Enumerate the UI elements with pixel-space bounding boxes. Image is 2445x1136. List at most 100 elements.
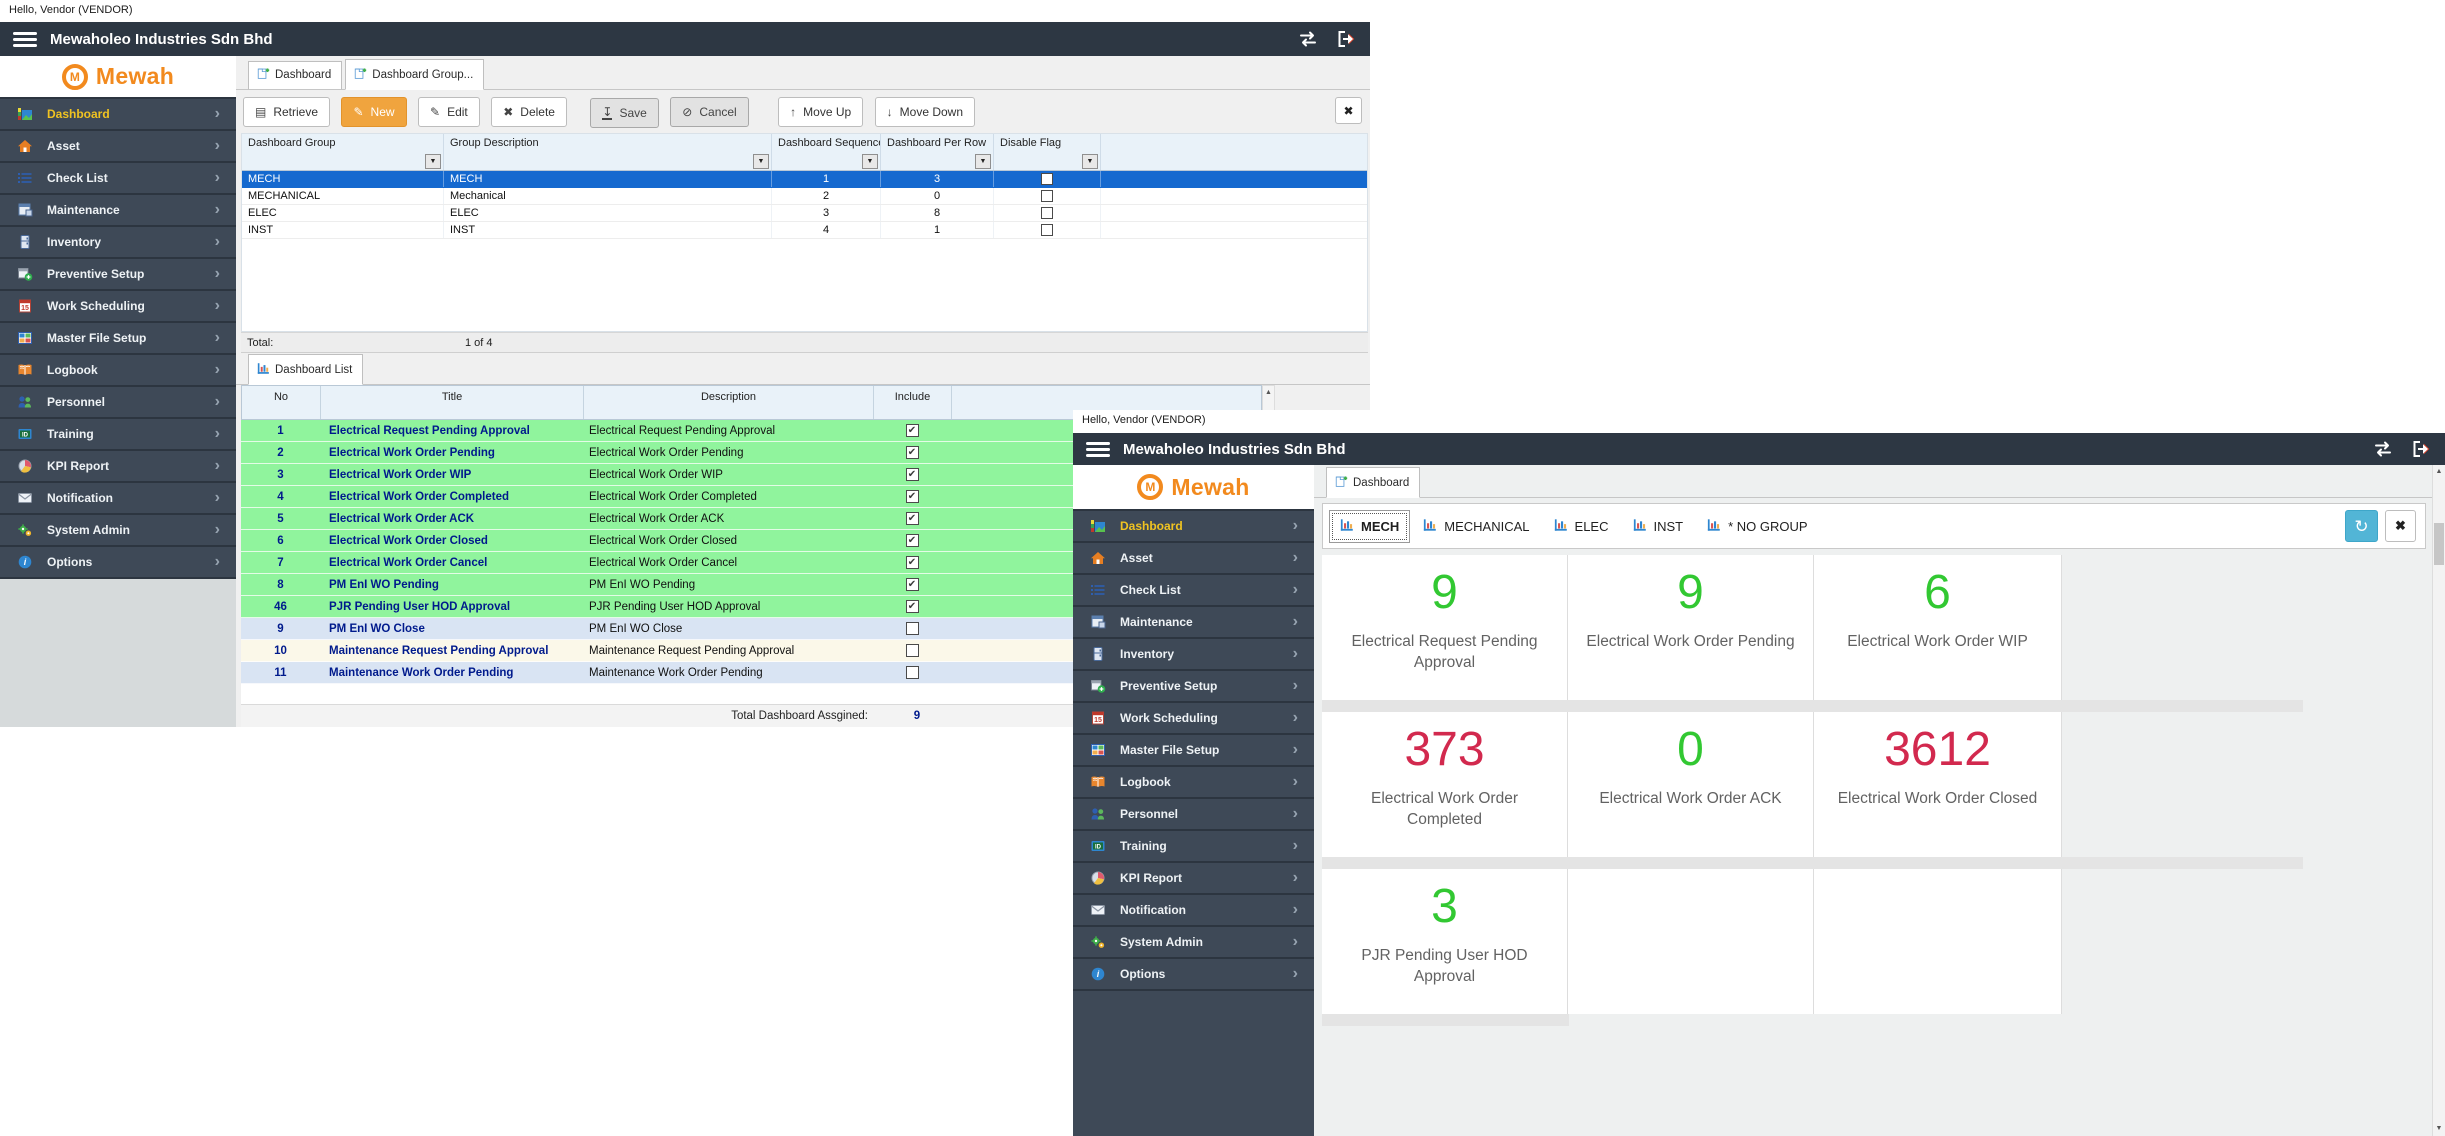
include-checkbox[interactable]: ✔ xyxy=(906,578,919,591)
scroll-down-icon[interactable]: ▼ xyxy=(2433,1122,2445,1136)
sidebar-item-options[interactable]: iOptions› xyxy=(0,547,236,579)
include-checkbox[interactable] xyxy=(906,666,919,679)
cell-description: Electrical Work Order Cancel xyxy=(583,557,873,569)
sidebar-item-maintenance[interactable]: Maintenance› xyxy=(1073,607,1314,639)
cell-include xyxy=(873,666,951,679)
include-checkbox[interactable]: ✔ xyxy=(906,446,919,459)
disable-flag-checkbox[interactable] xyxy=(1041,207,1053,219)
kpi-value: 9 xyxy=(1677,567,1704,619)
kpi-card[interactable]: 373Electrical Work Order Completed xyxy=(1322,712,1568,857)
sidebar-item-work-scheduling[interactable]: 15Work Scheduling› xyxy=(1073,703,1314,735)
sidebar-item-options[interactable]: iOptions› xyxy=(1073,959,1314,991)
retrieve-button[interactable]: ▤Retrieve xyxy=(243,97,330,127)
page-scrollbar[interactable]: ▲ ▼ xyxy=(2432,465,2445,1136)
group-row[interactable]: MECHMECH13 xyxy=(242,171,1367,188)
sync-icon[interactable] xyxy=(1296,30,1320,48)
kpi-card[interactable]: 9Electrical Work Order Pending xyxy=(1568,555,1814,700)
filter-dropdown-icon[interactable]: ▼ xyxy=(975,154,991,169)
menu-icon[interactable] xyxy=(1086,442,1110,457)
group-button-elec[interactable]: ELEC xyxy=(1543,510,1620,543)
filter-dropdown-icon[interactable]: ▼ xyxy=(1082,154,1098,169)
include-checkbox[interactable]: ✔ xyxy=(906,600,919,613)
include-checkbox[interactable] xyxy=(906,622,919,635)
kpi-card[interactable]: 3612Electrical Work Order Closed xyxy=(1814,712,2062,857)
sidebar-item-asset[interactable]: Asset› xyxy=(1073,543,1314,575)
cell-title: Electrical Work Order ACK xyxy=(320,513,583,525)
sidebar-item-training[interactable]: IDTraining› xyxy=(0,419,236,451)
refresh-button[interactable]: ↻ xyxy=(2345,510,2378,542)
move-up-button[interactable]: ↑Move Up xyxy=(778,97,863,127)
tab-dashboard[interactable]: Dashboard xyxy=(248,61,342,90)
sidebar-item-system-admin[interactable]: System Admin› xyxy=(0,515,236,547)
sidebar-item-system-admin[interactable]: System Admin› xyxy=(1073,927,1314,959)
sidebar-item-check-list[interactable]: Check List› xyxy=(0,163,236,195)
sidebar-item-personnel[interactable]: Personnel› xyxy=(0,387,236,419)
logout-icon[interactable] xyxy=(1336,30,1356,48)
sidebar-item-master-file-setup[interactable]: Master File Setup› xyxy=(1073,735,1314,767)
sidebar-item-logbook[interactable]: Logbook› xyxy=(0,355,236,387)
filter-dropdown-icon[interactable]: ▼ xyxy=(753,154,769,169)
tab-dashboard-list[interactable]: Dashboard List xyxy=(248,354,363,385)
scroll-up-icon[interactable]: ▲ xyxy=(2433,465,2445,479)
disable-flag-checkbox[interactable] xyxy=(1041,224,1053,236)
group-button-mech[interactable]: MECH xyxy=(1329,510,1410,543)
sidebar-item-preventive-setup[interactable]: Preventive Setup› xyxy=(1073,671,1314,703)
sidebar-item-kpi-report[interactable]: KPI Report› xyxy=(0,451,236,483)
include-checkbox[interactable]: ✔ xyxy=(906,424,919,437)
include-checkbox[interactable]: ✔ xyxy=(906,468,919,481)
include-checkbox[interactable]: ✔ xyxy=(906,534,919,547)
edit-button[interactable]: ✎Edit xyxy=(418,97,480,127)
kpi-card[interactable]: 0Electrical Work Order ACK xyxy=(1568,712,1814,857)
sidebar-item-preventive-setup[interactable]: Preventive Setup› xyxy=(0,259,236,291)
filter-dropdown-icon[interactable]: ▼ xyxy=(862,154,878,169)
group-row[interactable]: ELECELEC38 xyxy=(242,205,1367,222)
sidebar-item-notification[interactable]: Notification› xyxy=(0,483,236,515)
close-panel-button[interactable]: ✖ xyxy=(2385,510,2416,542)
chevron-right-icon: › xyxy=(215,266,220,282)
disable-flag-checkbox[interactable] xyxy=(1041,190,1053,202)
sync-icon[interactable] xyxy=(2371,440,2395,458)
group-row[interactable]: MECHANICALMechanical20 xyxy=(242,188,1367,205)
sidebar-item-work-scheduling[interactable]: 15Work Scheduling› xyxy=(0,291,236,323)
sidebar-item-asset[interactable]: Asset› xyxy=(0,131,236,163)
tab-dashboard[interactable]: Dashboard xyxy=(1326,467,1420,498)
include-checkbox[interactable]: ✔ xyxy=(906,512,919,525)
logout-icon[interactable] xyxy=(2411,440,2431,458)
sidebar-item-kpi-report[interactable]: KPI Report› xyxy=(1073,863,1314,895)
menu-icon[interactable] xyxy=(13,32,37,47)
sidebar-item-inventory[interactable]: Inventory› xyxy=(1073,639,1314,671)
cell-dashboard-per-row: 8 xyxy=(881,205,994,221)
sidebar-item-dashboard[interactable]: Dashboard› xyxy=(0,99,236,131)
sidebar-item-logbook[interactable]: Logbook› xyxy=(1073,767,1314,799)
sidebar-item-check-list[interactable]: Check List› xyxy=(1073,575,1314,607)
cancel-button[interactable]: ⊘Cancel xyxy=(670,97,748,127)
disable-flag-checkbox[interactable] xyxy=(1041,173,1053,185)
sidebar-item-maintenance[interactable]: Maintenance› xyxy=(0,195,236,227)
sidebar-item-master-file-setup[interactable]: Master File Setup› xyxy=(0,323,236,355)
kpi-card[interactable]: 6Electrical Work Order WIP xyxy=(1814,555,2062,700)
group-button-mechanical[interactable]: MECHANICAL xyxy=(1412,510,1540,543)
kpi-card[interactable]: 9Electrical Request Pending Approval xyxy=(1322,555,1568,700)
tab-dashboard-group[interactable]: Dashboard Group... xyxy=(345,59,484,90)
group-button-inst[interactable]: INST xyxy=(1622,510,1695,543)
include-checkbox[interactable]: ✔ xyxy=(906,490,919,503)
include-checkbox[interactable] xyxy=(906,644,919,657)
scroll-up-icon[interactable]: ▲ xyxy=(1263,386,1274,400)
include-checkbox[interactable]: ✔ xyxy=(906,556,919,569)
kpi-card[interactable]: 3PJR Pending User HOD Approval xyxy=(1322,869,1568,1014)
delete-button[interactable]: ✖Delete xyxy=(491,97,567,127)
scrollbar-thumb[interactable] xyxy=(2434,523,2444,565)
close-panel-button[interactable]: ✖ xyxy=(1335,97,1362,124)
sidebar-item-personnel[interactable]: Personnel› xyxy=(1073,799,1314,831)
group-row[interactable]: INSTINST41 xyxy=(242,222,1367,239)
move-down-button[interactable]: ↓Move Down xyxy=(875,97,975,127)
sidebar-item-dashboard[interactable]: Dashboard› xyxy=(1073,511,1314,543)
group-button-no-group[interactable]: * NO GROUP xyxy=(1696,510,1818,543)
cell-include: ✔ xyxy=(873,468,951,481)
sidebar-item-inventory[interactable]: Inventory› xyxy=(0,227,236,259)
filter-dropdown-icon[interactable]: ▼ xyxy=(425,154,441,169)
sidebar-item-notification[interactable]: Notification› xyxy=(1073,895,1314,927)
new-button[interactable]: ✎New xyxy=(341,97,406,127)
sidebar-item-training[interactable]: IDTraining› xyxy=(1073,831,1314,863)
save-button[interactable]: ↧Save xyxy=(590,98,658,128)
